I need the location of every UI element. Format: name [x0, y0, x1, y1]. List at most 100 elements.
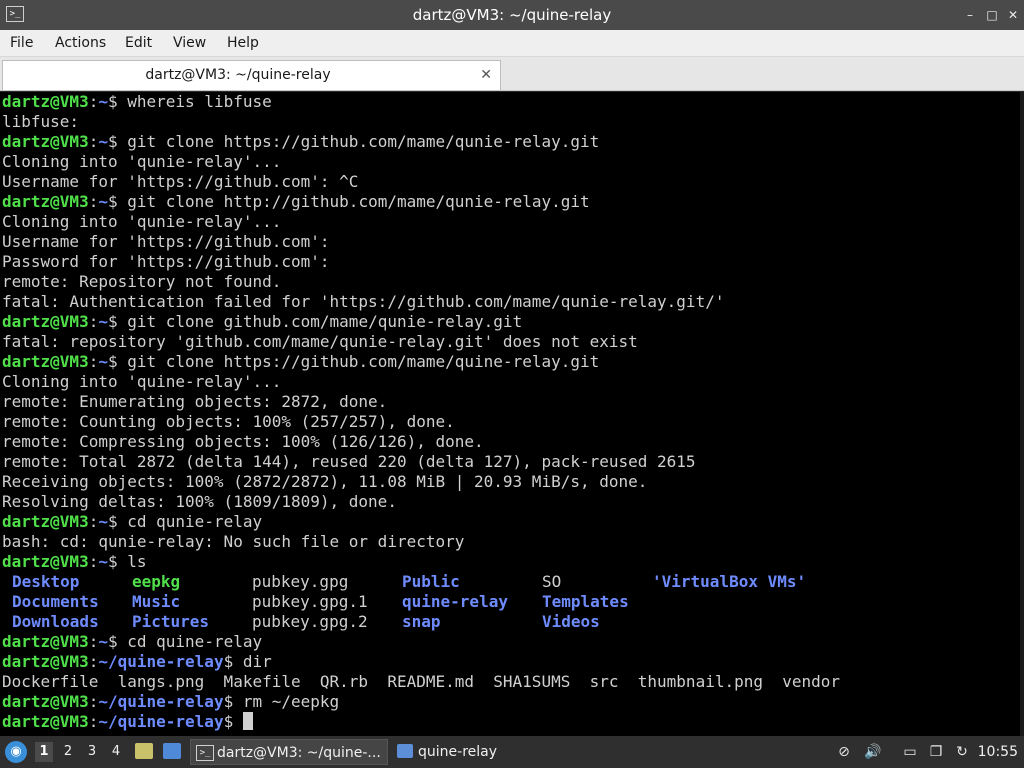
- menu-help[interactable]: Help: [227, 30, 259, 56]
- task-folder-label: quine-relay: [418, 744, 498, 760]
- prompt-user: dartz@VM3: [2, 712, 89, 731]
- prompt-colon: :: [88, 692, 99, 711]
- ls-entry: quine-relay: [402, 592, 508, 611]
- prompt-colon: :: [88, 512, 99, 531]
- workspace-4[interactable]: 4: [107, 742, 125, 762]
- menu-edit[interactable]: Edit: [125, 30, 152, 56]
- tab-label: dartz@VM3: ~/quine-relay: [145, 67, 331, 83]
- command-line: dartz@VM3:~/quine-relay$ rm ~/eepkg: [2, 692, 840, 712]
- ls-entry: pubkey.gpg.2: [252, 612, 368, 631]
- close-button[interactable]: ✕: [1005, 7, 1021, 23]
- prompt-symbol: $: [107, 92, 128, 111]
- window-titlebar[interactable]: >_ dartz@VM3: ~/quine-relay – □ ✕: [0, 0, 1024, 30]
- output-line: remote: Compressing objects: 100% (126/1…: [2, 432, 484, 451]
- ls-entry: Downloads: [12, 612, 99, 631]
- prompt-colon: :: [88, 132, 99, 151]
- workspace-1[interactable]: 1: [35, 742, 53, 762]
- prompt-colon: :: [88, 352, 99, 371]
- output-line: Receiving objects: 100% (2872/2872), 11.…: [2, 472, 648, 491]
- menu-actions[interactable]: Actions: [55, 30, 106, 56]
- workspace-2[interactable]: 2: [59, 742, 77, 762]
- output-line: remote: Counting objects: 100% (257/257)…: [2, 412, 455, 431]
- prompt-user: dartz@VM3: [2, 312, 89, 331]
- prompt-symbol: $: [223, 692, 243, 711]
- volume-icon[interactable]: 🔊: [864, 744, 881, 760]
- task-terminal-label: dartz@VM3: ~/quine-...: [217, 745, 381, 761]
- workspace-3[interactable]: 3: [83, 742, 101, 762]
- command-line: dartz@VM3:~$ whereis libfuse: [2, 92, 840, 112]
- ls-entry: Public: [402, 572, 460, 591]
- maximize-button[interactable]: □: [984, 7, 1000, 23]
- ls-entry: Videos: [542, 612, 600, 631]
- tab-bar: dartz@VM3: ~/quine-relay ✕: [0, 57, 1024, 91]
- start-menu-icon[interactable]: ◉: [5, 741, 27, 763]
- pin-icon[interactable]: ⊘: [836, 744, 852, 760]
- prompt-user: dartz@VM3: [2, 512, 89, 531]
- tab-terminal[interactable]: dartz@VM3: ~/quine-relay ✕: [2, 60, 501, 90]
- command-text: git clone http://github.com/mame/qunie-r…: [127, 192, 590, 211]
- prompt-symbol: $: [223, 652, 243, 671]
- command-line: dartz@VM3:~$ cd qunie-relay: [2, 512, 840, 532]
- output-line: fatal: Authentication failed for 'https:…: [2, 292, 725, 311]
- minimize-button[interactable]: –: [962, 7, 978, 23]
- prompt-colon: :: [88, 312, 99, 331]
- prompt-path: ~: [98, 632, 108, 651]
- prompt-path: ~: [98, 552, 108, 571]
- show-desktop-icon[interactable]: [163, 743, 181, 759]
- terminal-output[interactable]: dartz@VM3:~$ whereis libfuse libfuse: dart…: [0, 92, 1024, 736]
- output-line: remote: Total 2872 (delta 144), reused 2…: [2, 452, 696, 471]
- prompt-path: ~: [98, 512, 108, 531]
- prompt-user: dartz@VM3: [2, 192, 89, 211]
- command-text: git clone https://github.com/mame/quine-…: [127, 352, 600, 371]
- prompt-colon: :: [88, 652, 99, 671]
- command-line: dartz@VM3:~/quine-relay$: [2, 712, 840, 732]
- update-icon[interactable]: ↻: [954, 744, 970, 760]
- prompt-colon: :: [88, 92, 99, 111]
- prompt-user: dartz@VM3: [2, 352, 89, 371]
- command-text: git clone https://github.com/mame/qunie-…: [127, 132, 600, 151]
- output-line: libfuse:: [2, 112, 80, 131]
- ls-entry: pubkey.gpg.1: [252, 592, 368, 611]
- output-line: Username for 'https://github.com':: [2, 232, 330, 251]
- taskbar: ◉ 1 2 3 4 >_ dartz@VM3: ~/quine-... quin…: [0, 736, 1024, 768]
- prompt-path: ~: [98, 132, 108, 151]
- prompt-path: ~: [98, 192, 108, 211]
- command-text: ls: [127, 552, 147, 571]
- command-text: git clone github.com/mame/qunie-relay.gi…: [127, 312, 523, 331]
- ls-entry: 'VirtualBox VMs': [652, 572, 807, 591]
- task-terminal[interactable]: >_ dartz@VM3: ~/quine-...: [190, 739, 388, 765]
- prompt-colon: :: [88, 552, 99, 571]
- output-line: Cloning into 'qunie-relay'...: [2, 152, 282, 171]
- prompt-user: dartz@VM3: [2, 692, 89, 711]
- ls-entry: snap: [402, 612, 441, 631]
- prompt-colon: :: [88, 192, 99, 211]
- terminal-scrollbar[interactable]: [1020, 92, 1024, 736]
- prompt-path: ~/quine-relay: [98, 692, 224, 711]
- ls-entry: Desktop: [12, 572, 80, 591]
- ls-output-row: Desktop eepkg pubkey.gpg Public SO 'VirtualBo…: [2, 572, 840, 592]
- output-line: Cloning into 'qunie-relay'...: [2, 212, 282, 231]
- menu-view[interactable]: View: [173, 30, 206, 56]
- prompt-path: ~/quine-relay: [98, 652, 224, 671]
- menu-file[interactable]: File: [10, 30, 33, 56]
- folder-icon: [397, 744, 413, 758]
- file-manager-icon[interactable]: [135, 743, 153, 759]
- tab-close-icon[interactable]: ✕: [480, 61, 492, 89]
- prompt-path: ~: [98, 352, 108, 371]
- ls-entry: pubkey.gpg: [252, 572, 349, 591]
- prompt-symbol: $: [107, 632, 128, 651]
- network-icon[interactable]: ▭: [902, 744, 918, 760]
- output-line: Cloning into 'quine-relay'...: [2, 372, 282, 391]
- command-line: dartz@VM3:~$ git clone https://github.co…: [2, 352, 840, 372]
- prompt-symbol: $: [223, 712, 243, 731]
- clipboard-icon[interactable]: ❐: [928, 744, 944, 760]
- ls-entry: Documents: [12, 592, 99, 611]
- task-folder[interactable]: quine-relay: [392, 739, 542, 765]
- ls-entry: Templates: [542, 592, 629, 611]
- command-text: whereis libfuse: [127, 92, 272, 111]
- prompt-user: dartz@VM3: [2, 632, 89, 651]
- terminal-lines: dartz@VM3:~$ whereis libfuse libfuse: dart…: [2, 92, 840, 732]
- clock: 10:55: [977, 744, 1018, 760]
- prompt-colon: :: [88, 632, 99, 651]
- prompt-user: dartz@VM3: [2, 652, 89, 671]
